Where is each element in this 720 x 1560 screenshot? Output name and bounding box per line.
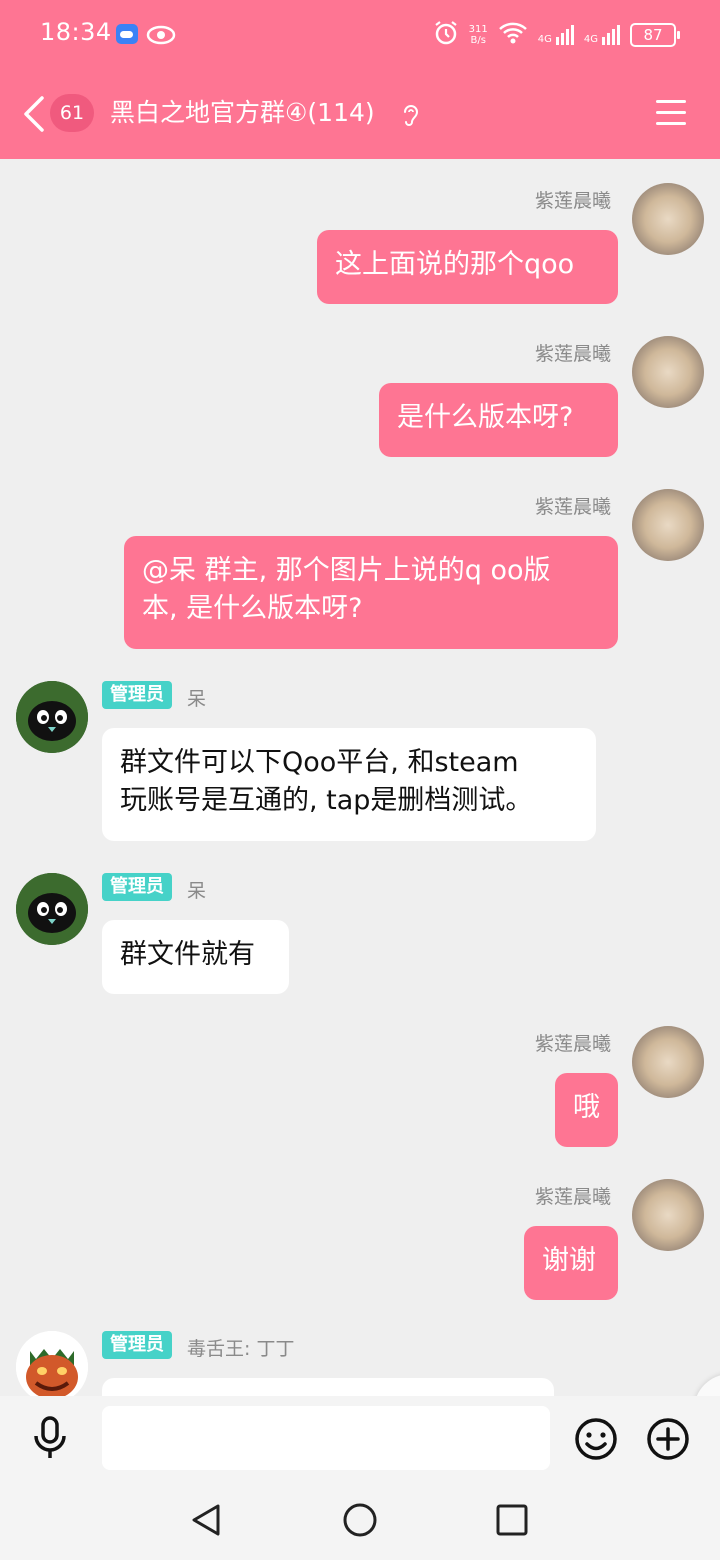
ear-icon[interactable]	[402, 102, 420, 132]
nav-home-icon[interactable]	[342, 1502, 378, 1542]
message-item: 紫莲晨曦 谢谢	[0, 1155, 720, 1305]
unread-count-badge[interactable]: 61	[50, 94, 94, 132]
avatar[interactable]	[16, 873, 88, 945]
message-bubble[interactable]: 群文件就有	[102, 920, 289, 994]
avatar[interactable]	[16, 681, 88, 753]
message-bubble[interactable]	[102, 1378, 554, 1396]
message-item: 紫莲晨曦 哦	[0, 1002, 720, 1152]
status-icons: 311 B/s 4G 4G 87	[433, 20, 680, 50]
plus-icon[interactable]	[645, 1416, 691, 1466]
sender-name: 毒舌王: 丁丁	[187, 1338, 295, 1360]
message-bubble[interactable]: 是什么版本呀?	[379, 383, 618, 457]
emoji-icon[interactable]	[573, 1416, 619, 1466]
sender-name: 呆	[187, 688, 207, 710]
message-item: 紫莲晨曦 是什么版本呀?	[0, 312, 720, 462]
avatar[interactable]	[632, 1179, 704, 1251]
sender-name: 紫莲晨曦	[534, 1033, 611, 1055]
nav-back-icon[interactable]	[188, 1502, 224, 1542]
sender-name: 紫莲晨曦	[534, 496, 611, 518]
battery-icon: 87	[630, 23, 680, 47]
input-bar	[0, 1396, 720, 1560]
avatar[interactable]	[16, 1331, 88, 1396]
alarm-icon	[433, 20, 459, 50]
message-bubble[interactable]: 群文件可以下Qoo平台, 和steam 玩账号是互通的, tap是删档测试。	[102, 728, 596, 841]
message-item: 紫莲晨曦 这上面说的那个qoo	[0, 159, 720, 309]
signal-icon-2: 4G	[584, 25, 620, 45]
signal-icon: 4G	[538, 25, 574, 45]
back-chevron-icon[interactable]	[22, 94, 46, 138]
mic-icon[interactable]	[30, 1414, 70, 1466]
chat-messages[interactable]: 紫莲晨曦 这上面说的那个qoo 紫莲晨曦 是什么版本呀? 紫莲晨曦 @呆 群主,…	[0, 159, 720, 1396]
status-bar: 18:34 311 B/s 4G 4G 87	[0, 0, 720, 72]
status-time: 18:34	[40, 18, 112, 46]
message-item: 紫莲晨曦 @呆 群主, 那个图片上说的q oo版 本, 是什么版本呀?	[0, 465, 720, 655]
avatar[interactable]	[632, 183, 704, 255]
cloud-icon	[116, 24, 138, 44]
group-title[interactable]: 黑白之地官方群④(114)	[110, 96, 375, 130]
avatar[interactable]	[632, 1026, 704, 1098]
message-item: 管理员 呆 群文件就有	[0, 851, 720, 1001]
message-item: 管理员 呆 群文件可以下Qoo平台, 和steam 玩账号是互通的, tap是删…	[0, 659, 720, 849]
message-input[interactable]	[102, 1406, 550, 1470]
message-item: 管理员 毒舌王: 丁丁	[0, 1309, 720, 1396]
avatar[interactable]	[632, 336, 704, 408]
admin-badge: 管理员	[102, 681, 172, 709]
admin-badge: 管理员	[102, 1331, 172, 1359]
admin-badge: 管理员	[102, 873, 172, 901]
message-bubble[interactable]: @呆 群主, 那个图片上说的q oo版 本, 是什么版本呀?	[124, 536, 618, 649]
sender-name: 紫莲晨曦	[534, 1186, 611, 1208]
wifi-icon	[498, 21, 528, 49]
net-speed: 311 B/s	[468, 24, 488, 46]
chat-header: 61 黑白之地官方群④(114)	[0, 72, 720, 159]
message-bubble[interactable]: 谢谢	[524, 1226, 618, 1300]
nav-recents-icon[interactable]	[494, 1502, 530, 1542]
message-bubble[interactable]: 这上面说的那个qoo	[317, 230, 618, 304]
menu-icon[interactable]	[656, 100, 686, 126]
avatar[interactable]	[632, 489, 704, 561]
sender-name: 呆	[187, 880, 207, 902]
system-nav-bar	[0, 1482, 720, 1560]
sender-name: 紫莲晨曦	[534, 343, 611, 365]
eye-icon	[146, 24, 176, 50]
message-bubble[interactable]: 哦	[555, 1073, 618, 1147]
sender-name: 紫莲晨曦	[534, 190, 611, 212]
